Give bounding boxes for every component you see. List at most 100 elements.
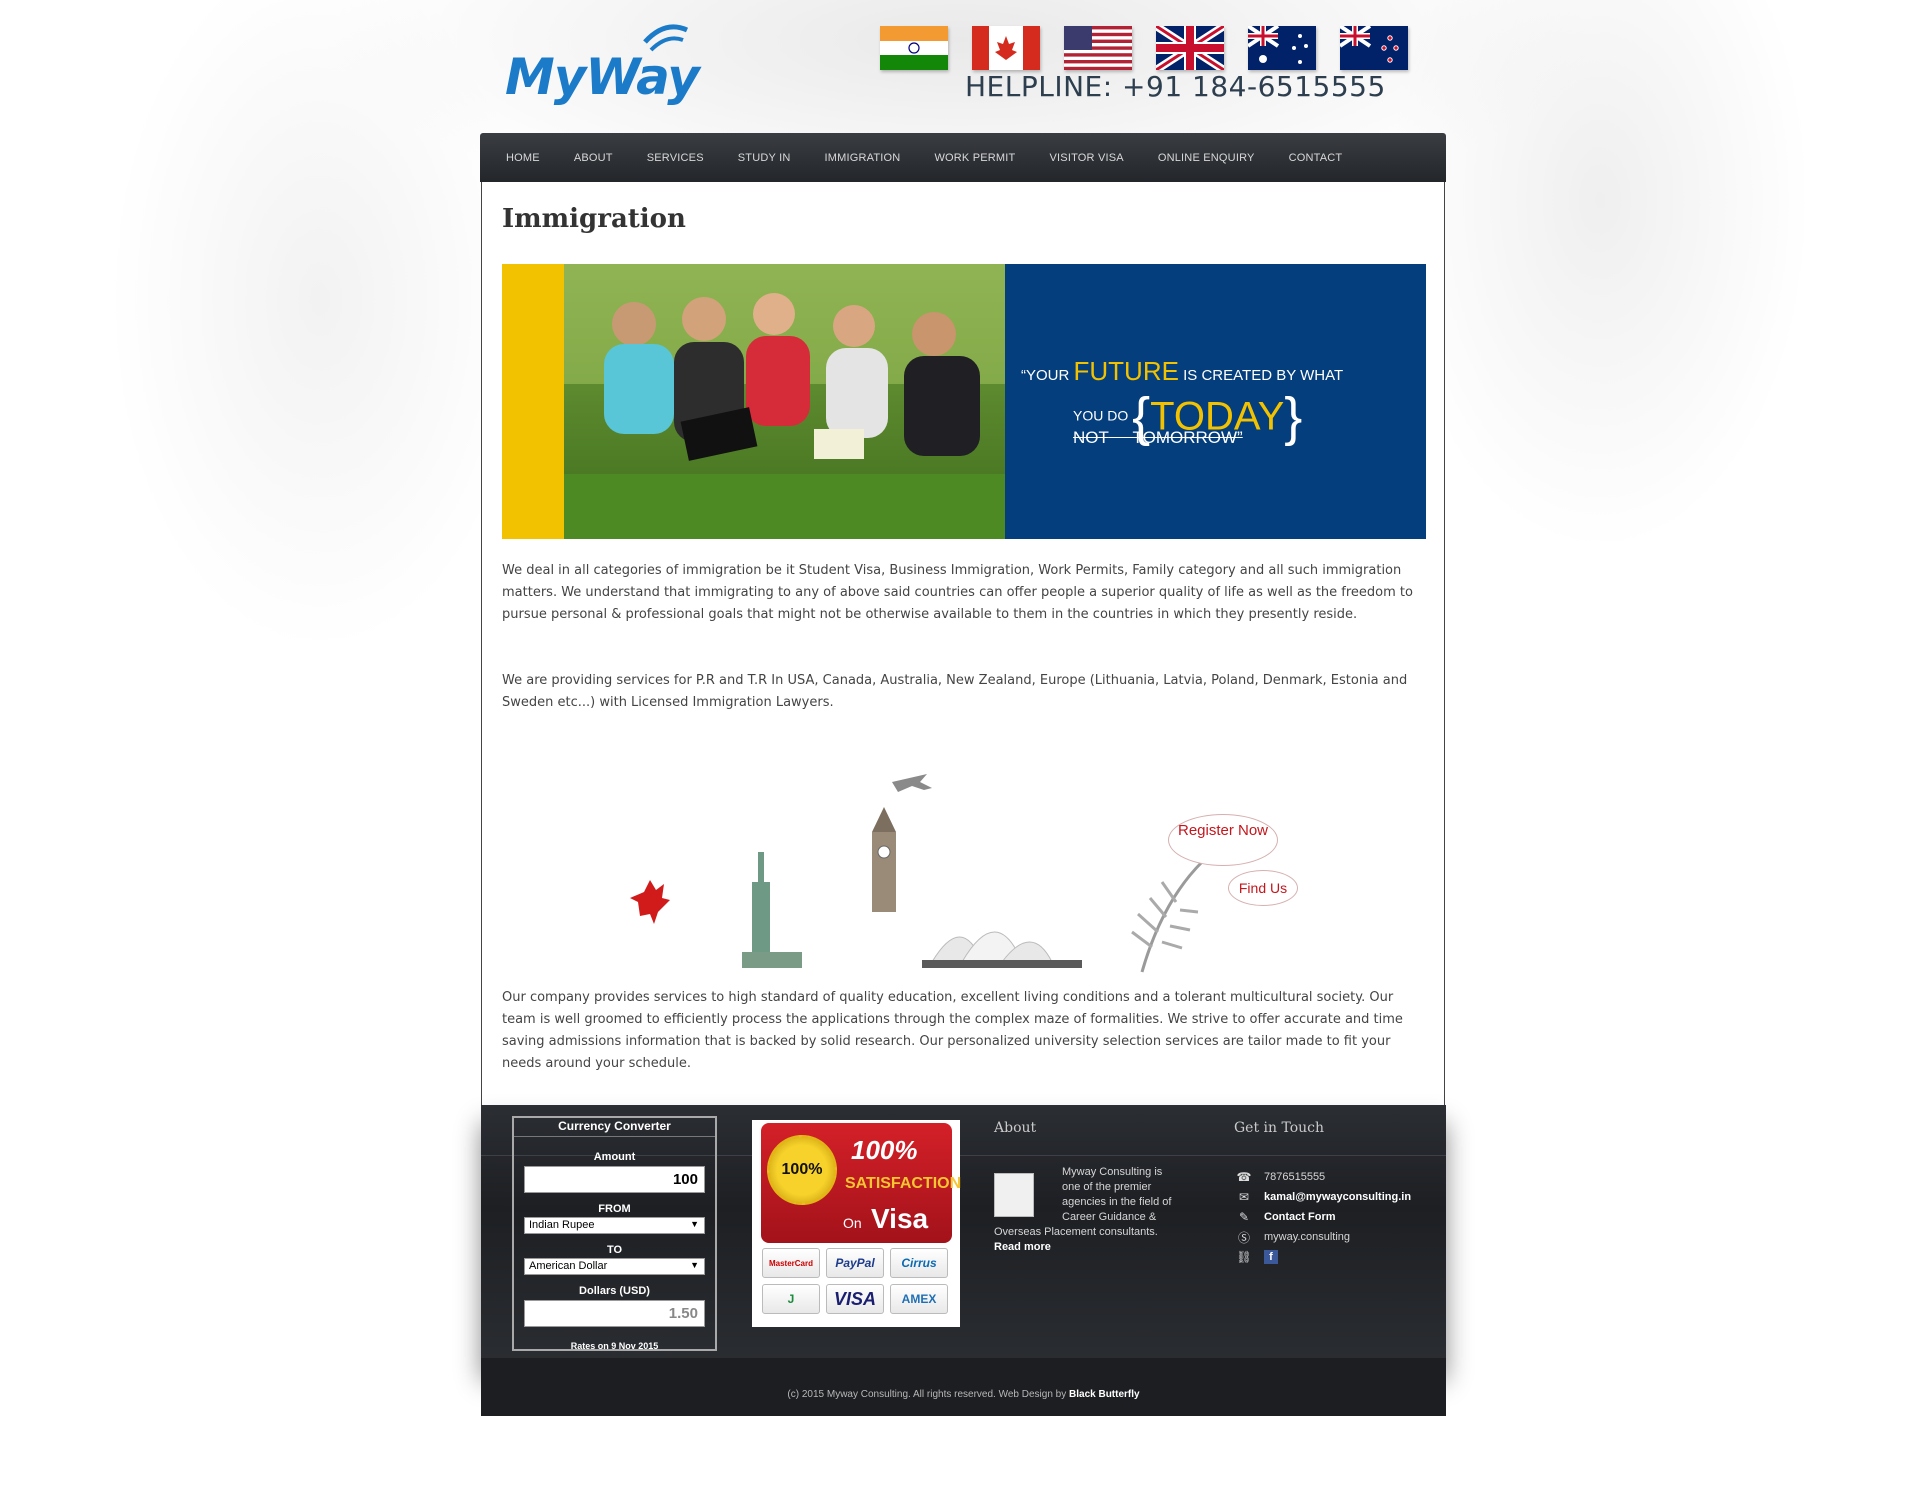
about-heading: About <box>994 1120 1037 1136</box>
uk-flag-icon[interactable] <box>1156 26 1224 70</box>
usa-flag-icon[interactable] <box>1064 26 1132 70</box>
badge-percent: 100% <box>851 1135 918 1165</box>
from-currency-select[interactable]: Indian Rupee ▼ <box>524 1217 705 1234</box>
landmarks-illustration <box>602 752 1302 982</box>
about-line: Overseas Placement consultants. <box>994 1226 1158 1238</box>
amount-input[interactable]: 100 <box>524 1166 705 1193</box>
company-paragraph: Our company provides services to high st… <box>502 990 1403 1071</box>
payment-cards: MasterCard PayPal Cirrus J VISA AMEX <box>762 1248 952 1314</box>
get-in-touch-heading: Get in Touch <box>1234 1120 1325 1136</box>
fern-icon <box>1131 860 1204 973</box>
dropdown-arrow-icon: ▼ <box>690 1260 699 1270</box>
to-label: TO <box>606 1244 623 1256</box>
skype-id[interactable]: myway.consulting <box>1264 1231 1350 1243</box>
facebook-icon[interactable]: f <box>1264 1250 1278 1264</box>
maple-leaf-icon <box>630 880 670 924</box>
quote-not: NOT <box>1073 428 1109 447</box>
nav-immigration[interactable]: IMMIGRATION <box>825 152 901 164</box>
quote-open: “YOUR <box>1021 367 1070 384</box>
quote-tomorrow: TOMORROW” <box>1132 428 1243 447</box>
converter-title: Currency Converter <box>514 1119 715 1137</box>
services-paragraph: We are providing services for P.R and T.… <box>502 673 1408 710</box>
content-panel: Immigration “YOUR FUTURE IS CREATED BY W… <box>481 182 1445 1105</box>
nav-contact[interactable]: CONTACT <box>1289 152 1343 164</box>
australia-flag-icon[interactable] <box>1248 26 1316 70</box>
read-more-link[interactable]: Read more <box>994 1241 1051 1253</box>
quote-mid: IS CREATED BY WHAT <box>1183 367 1344 384</box>
badge-visa: Visa <box>871 1203 929 1234</box>
intro-paragraph: We deal in all categories of immigration… <box>502 563 1413 622</box>
result-output[interactable]: 1.50 <box>524 1300 705 1327</box>
rates-date-value: 9 Nov 2015 <box>611 1341 659 1351</box>
to-currency-select[interactable]: American Dollar ▼ <box>524 1258 705 1275</box>
nav-work-permit[interactable]: WORK PERMIT <box>934 152 1015 164</box>
about-line: agencies in the field of <box>1062 1196 1172 1208</box>
students-photo <box>564 264 1005 539</box>
contact-skype: Ⓢmyway.consulting <box>1234 1227 1434 1247</box>
cirrus-icon: Cirrus <box>890 1248 948 1278</box>
visa-card-icon: VISA <box>826 1284 884 1314</box>
students-illustration <box>564 264 1005 539</box>
copyright: (c) 2015 Myway Consulting. All rights re… <box>481 1389 1446 1400</box>
from-currency-value: Indian Rupee <box>529 1219 595 1231</box>
register-now-button[interactable]: Register Now <box>1168 814 1278 866</box>
paypal-icon: PayPal <box>826 1248 884 1278</box>
badge-satisfaction: SATISFACTION <box>845 1175 962 1192</box>
logo-text: MyWay <box>505 48 700 106</box>
link-icon: ⛓ <box>1236 1250 1252 1264</box>
guarantee-seal-icon: 100% <box>767 1135 837 1205</box>
designer-link[interactable]: Black Butterfly <box>1069 1389 1140 1400</box>
statue-of-liberty-icon <box>742 852 802 968</box>
satisfaction-badge: 100% 100% SATISFACTION On Visa MasterCar… <box>752 1120 961 1327</box>
mastercard-icon: MasterCard <box>762 1248 820 1278</box>
envelope-icon: ✉ <box>1238 1190 1250 1204</box>
about-line: Career Guidance & <box>1062 1211 1157 1223</box>
sydney-opera-house-icon <box>922 931 1082 968</box>
banner-quote: “YOUR FUTURE IS CREATED BY WHAT YOU DO {… <box>1021 356 1344 447</box>
result-label: Dollars (USD) <box>579 1285 650 1297</box>
from-label: FROM <box>598 1203 631 1215</box>
main-navigation: HOME ABOUT SERVICES STUDY IN IMMIGRATION… <box>480 133 1446 182</box>
country-flags <box>880 26 1408 70</box>
nav-about[interactable]: ABOUT <box>574 152 613 164</box>
skype-icon: Ⓢ <box>1237 1230 1250 1245</box>
myway-logo[interactable]: MyWay <box>505 18 715 108</box>
canada-flag-icon[interactable] <box>972 26 1040 70</box>
contact-list: ☎ 7876515555 ✉ kamal@mywayconsulting.in ✎ C… <box>1234 1167 1434 1267</box>
dropdown-arrow-icon: ▼ <box>690 1219 699 1229</box>
phone-number[interactable]: 7876515555 <box>1264 1171 1325 1183</box>
quote-panel: “YOUR FUTURE IS CREATED BY WHAT YOU DO {… <box>1005 264 1426 539</box>
amount-label: Amount <box>593 1151 636 1163</box>
contact-social: ⛓ f <box>1234 1247 1434 1267</box>
about-line: one of the premier <box>1062 1181 1152 1193</box>
banner-yellow-strip <box>502 264 564 539</box>
helpline-number: HELPLINE: +91 184-6515555 <box>965 70 1386 103</box>
contact-form: ✎ Contact Form <box>1234 1207 1434 1227</box>
find-us-button[interactable]: Find Us <box>1228 870 1298 906</box>
copyright-text: (c) 2015 Myway Consulting. All rights re… <box>787 1389 1067 1400</box>
quote-you-do: YOU DO <box>1073 407 1129 424</box>
contact-form-link[interactable]: Contact Form <box>1264 1211 1336 1223</box>
big-ben-icon <box>872 807 896 912</box>
email-link[interactable]: kamal@mywayconsulting.in <box>1264 1191 1411 1203</box>
nav-study-in[interactable]: STUDY IN <box>738 152 791 164</box>
footer-bottom-bar <box>481 1358 1446 1416</box>
quote-future: FUTURE <box>1073 356 1179 386</box>
nav-online-enquiry[interactable]: ONLINE ENQUIRY <box>1158 152 1255 164</box>
nav-home[interactable]: HOME <box>506 152 540 164</box>
contact-email: ✉ kamal@mywayconsulting.in <box>1234 1187 1434 1207</box>
india-flag-icon[interactable] <box>880 26 948 70</box>
footer: Currency Converter Amount 100 FROM India… <box>481 1105 1446 1416</box>
nav-services[interactable]: SERVICES <box>647 152 704 164</box>
amex-icon: AMEX <box>890 1284 948 1314</box>
satisfaction-banner: 100% 100% SATISFACTION On Visa <box>761 1123 961 1243</box>
new-zealand-flag-icon[interactable] <box>1340 26 1408 70</box>
phone-icon: ☎ <box>1236 1170 1252 1184</box>
about-text: Myway Consulting is one of the premier a… <box>994 1165 1184 1255</box>
nav-visitor-visa[interactable]: VISITOR VISA <box>1049 152 1123 164</box>
hero-banner: “YOUR FUTURE IS CREATED BY WHAT YOU DO {… <box>502 264 1426 539</box>
badge-on: On <box>843 1215 862 1231</box>
page-title: Immigration <box>502 204 686 234</box>
airplane-icon <box>892 774 932 792</box>
rates-date: Rates on 9 Nov 2015 <box>514 1341 715 1351</box>
